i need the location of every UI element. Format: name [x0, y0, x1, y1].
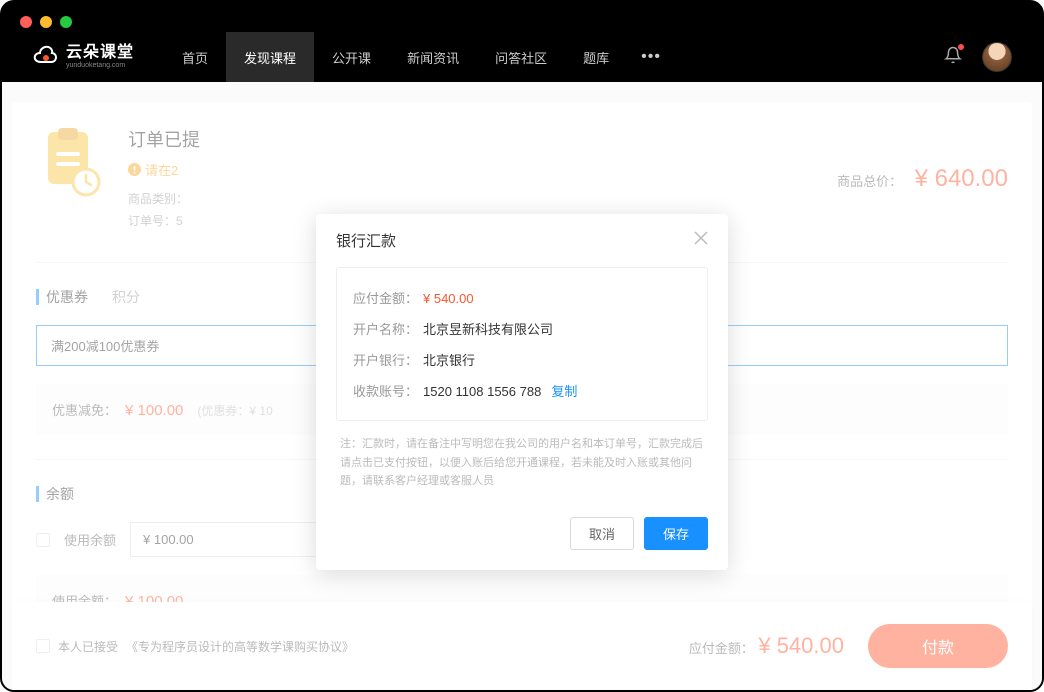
- amount-value: ¥ 540.00: [423, 291, 474, 306]
- close-icon: [694, 231, 708, 245]
- window-minimize-dot[interactable]: [40, 16, 52, 28]
- nav-bank[interactable]: 题库: [565, 32, 627, 82]
- bank-info-box: 应付金额： ¥ 540.00 开户名称： 北京昱新科技有限公司 开户银行： 北京…: [336, 267, 708, 421]
- cloud-logo-icon: [32, 45, 60, 69]
- modal-backdrop[interactable]: 银行汇款 应付金额： ¥ 540.00 开户名称： 北京昱新科技有限公司: [2, 82, 1042, 690]
- bank-value: 北京银行: [423, 350, 475, 369]
- modal-note: 注：汇款时，请在备注中写明您在我公司的用户名和本订单号，汇款完成后请点击已支付按…: [336, 421, 708, 505]
- nav-public[interactable]: 公开课: [314, 32, 389, 82]
- notifications-button[interactable]: [944, 46, 962, 69]
- window-controls: [20, 16, 72, 28]
- nav-qa[interactable]: 问答社区: [477, 32, 565, 82]
- app-header: 云朵课堂 yunduoketang.com 首页 发现课程 公开课 新闻资讯 问…: [2, 2, 1042, 82]
- modal-title: 银行汇款: [336, 230, 396, 251]
- account-name-label: 开户名称：: [353, 319, 423, 338]
- nav-discover[interactable]: 发现课程: [226, 32, 314, 82]
- account-name-value: 北京昱新科技有限公司: [423, 319, 553, 338]
- window-maximize-dot[interactable]: [60, 16, 72, 28]
- bank-label: 开户银行：: [353, 350, 423, 369]
- nav-home[interactable]: 首页: [164, 32, 226, 82]
- logo[interactable]: 云朵课堂 yunduoketang.com: [32, 45, 134, 69]
- main-nav: 首页 发现课程 公开课 新闻资讯 问答社区 题库 •••: [164, 32, 675, 82]
- amount-label: 应付金额：: [353, 288, 423, 307]
- user-avatar[interactable]: [982, 42, 1012, 72]
- logo-text: 云朵课堂: [66, 45, 134, 61]
- save-button[interactable]: 保存: [644, 517, 708, 550]
- nav-news[interactable]: 新闻资讯: [389, 32, 477, 82]
- window-close-dot[interactable]: [20, 16, 32, 28]
- modal-close-button[interactable]: [694, 231, 708, 250]
- notification-dot: [958, 44, 964, 50]
- bank-transfer-modal: 银行汇款 应付金额： ¥ 540.00 开户名称： 北京昱新科技有限公司: [316, 214, 728, 570]
- cancel-button[interactable]: 取消: [570, 517, 634, 550]
- copy-button[interactable]: 复制: [551, 381, 577, 400]
- account-no-value: 1520 1108 1556 788: [423, 384, 541, 399]
- more-icon: •••: [641, 48, 661, 66]
- nav-more[interactable]: •••: [627, 32, 675, 82]
- logo-subtext: yunduoketang.com: [66, 62, 134, 69]
- account-no-label: 收款账号：: [353, 381, 423, 400]
